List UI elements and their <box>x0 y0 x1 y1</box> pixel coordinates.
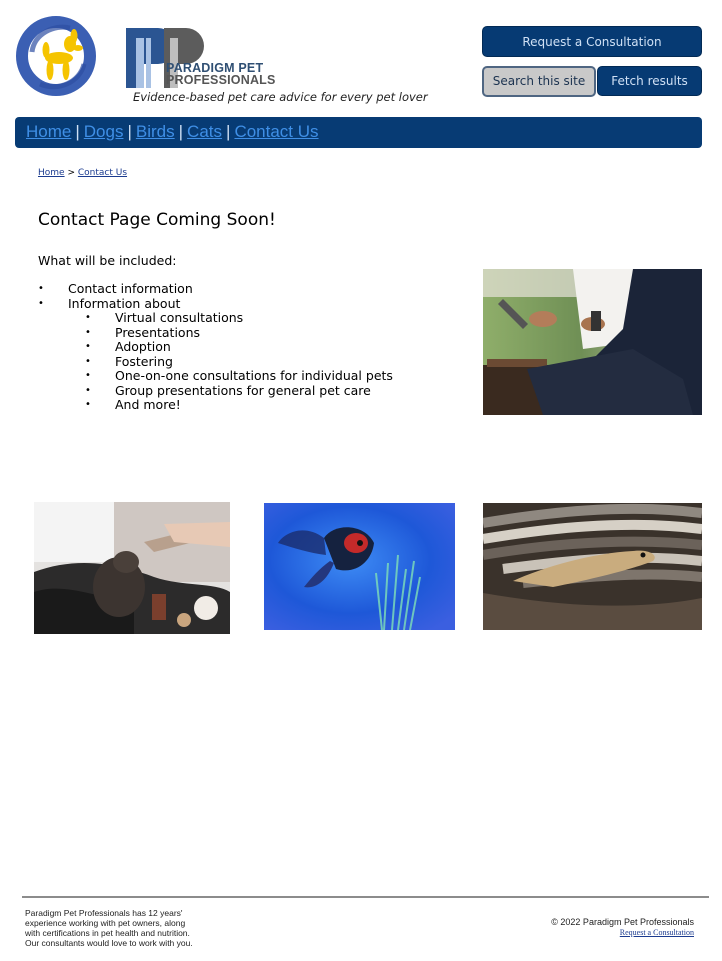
list-item: Contact information <box>38 281 393 297</box>
footer-request-link[interactable]: Request a Consultation <box>620 928 694 937</box>
breadcrumb-current[interactable]: Contact Us <box>78 168 127 178</box>
sub-list-item: Fostering <box>68 354 393 370</box>
request-consultation-button[interactable]: Request a Consultation <box>482 26 702 57</box>
nav-birds[interactable]: Birds <box>136 122 175 141</box>
sub-list-item: One-on-one consultations for individual … <box>68 368 393 384</box>
list-item: Information about Virtual consultations … <box>38 295 393 413</box>
breadcrumb-separator: > <box>67 168 75 178</box>
breadcrumb-home[interactable]: Home <box>38 168 65 178</box>
main-nav: Home | Dogs | Birds | Cats | Contact Us <box>15 117 702 148</box>
sub-list-item: Virtual consultations <box>68 310 393 326</box>
ferret-dropper-photo <box>34 502 230 634</box>
page-title: Contact Page Coming Soon! <box>38 210 276 230</box>
nav-separator: | <box>127 122 132 141</box>
consultation-meeting-photo <box>483 269 702 415</box>
nav-separator: | <box>75 122 80 141</box>
balloon-dog-logo[interactable] <box>14 14 98 98</box>
brand-name: PARADIGM PET PROFESSIONALS <box>166 62 276 87</box>
search-site-button[interactable]: Search this site <box>482 66 596 97</box>
sub-list-item: Adoption <box>68 339 393 355</box>
goldfish-photo <box>264 503 455 630</box>
nav-separator: | <box>178 122 184 141</box>
footer-about: Paradigm Pet Professionals has 12 years'… <box>25 908 193 948</box>
footer-about-line: experience working with pet owners, alon… <box>25 918 186 928</box>
nav-cats[interactable]: Cats <box>187 122 222 141</box>
list-item-label: Information about <box>68 295 181 311</box>
included-heading: What will be included: <box>38 253 177 268</box>
sub-list-item: Presentations <box>68 325 393 341</box>
sub-list: Virtual consultations Presentations Adop… <box>68 310 393 413</box>
nav-separator: | <box>226 122 231 141</box>
footer-copyright: © 2022 Paradigm Pet Professionals <box>551 917 694 927</box>
nav-contact-us[interactable]: Contact Us <box>234 122 318 141</box>
footer-divider <box>22 896 709 898</box>
snake-photo <box>483 503 702 630</box>
nav-dogs[interactable]: Dogs <box>84 122 124 141</box>
sub-list-item: And more! <box>68 397 393 413</box>
footer-about-line: with certifications in pet health and nu… <box>25 928 190 938</box>
included-list: Contact information Information about Vi… <box>38 281 393 413</box>
tagline: Evidence-based pet care advice for every… <box>133 90 428 104</box>
brand-line-2: PROFESSIONALS <box>166 73 276 87</box>
nav-home[interactable]: Home <box>26 122 71 141</box>
footer-about-line: Our consultants would love to work with … <box>25 938 193 948</box>
fetch-results-button[interactable]: Fetch results <box>597 66 702 96</box>
breadcrumb: Home > Contact Us <box>38 168 127 178</box>
footer-about-line: Paradigm Pet Professionals has 12 years' <box>25 908 183 918</box>
sub-list-item: Group presentations for general pet care <box>68 383 393 399</box>
